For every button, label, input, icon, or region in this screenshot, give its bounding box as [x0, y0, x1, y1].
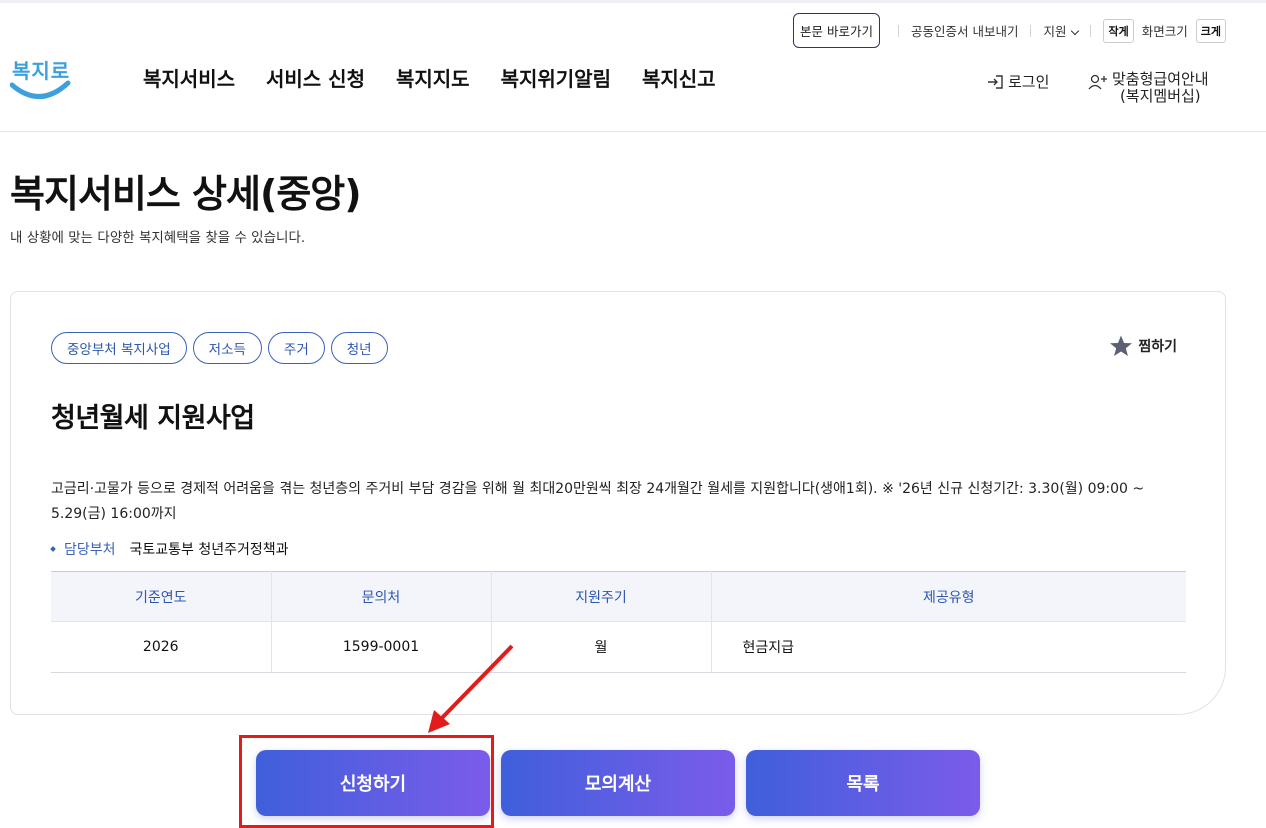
divider: [1030, 24, 1032, 37]
nav-welfare-report[interactable]: 복지신고: [642, 63, 716, 92]
favorite-button[interactable]: 찜하기: [1108, 334, 1177, 358]
tag-list: 중앙부처 복지사업 저소득 주거 청년: [51, 332, 394, 364]
table-cell-type: 현금지급: [711, 621, 1186, 673]
skip-to-content-button[interactable]: 본문 바로가기: [793, 13, 880, 48]
logo-smile-icon: [10, 80, 71, 99]
tag-housing[interactable]: 주거: [267, 332, 325, 364]
login-button[interactable]: 로그인: [986, 71, 1049, 92]
favorite-label: 찜하기: [1138, 339, 1177, 355]
page-title: 복지서비스 상세(중앙): [10, 172, 362, 216]
membership-line2: (복지멤버십): [1119, 87, 1201, 105]
nav-crisis-alert[interactable]: 복지위기알림: [501, 63, 611, 92]
membership-line1: 맞춤형급여안내: [1112, 70, 1209, 88]
column-header: 지원주기: [491, 571, 712, 622]
nav-welfare-services[interactable]: 복지서비스: [143, 63, 235, 92]
nav-service-apply[interactable]: 서비스 신청: [266, 63, 365, 92]
annotation-arrow-icon: [428, 644, 514, 733]
membership-link[interactable]: 맞춤형급여안내 (복지멤버십): [1088, 71, 1209, 105]
service-title: 청년월세 지원사업: [51, 403, 255, 434]
table-cell-cycle: 월: [491, 621, 712, 673]
service-detail-card: 중앙부처 복지사업 저소득 주거 청년 찜하기 청년월세 지원사업 고금리·고물…: [10, 291, 1226, 715]
table-header-row: 기준연도 문의처 지원주기 제공유형: [51, 571, 1186, 622]
star-icon: [1110, 335, 1133, 356]
service-description: 고금리·고물가 등으로 경제적 어려움을 겪는 청년층의 주거비 부담 경감을 …: [51, 481, 1145, 522]
divider: [897, 24, 899, 37]
tag-central-ministry[interactable]: 중앙부처 복지사업: [51, 332, 187, 364]
department-info: 담당부처 국토교통부 청년주거정책과: [50, 539, 289, 559]
divider: [1090, 24, 1092, 37]
list-button[interactable]: 목록: [746, 750, 980, 816]
simulate-button[interactable]: 모의계산: [501, 750, 735, 816]
utility-bar: 본문 바로가기 공동인증서 내보내기 지원 작게 화면크기 크게: [793, 13, 1226, 48]
site-logo[interactable]: 복지로: [10, 53, 72, 105]
user-add-icon: [1088, 74, 1107, 90]
department-value: 국토교통부 청년주거정책과: [129, 542, 289, 558]
membership-label: 맞춤형급여안내 (복지멤버십): [1112, 71, 1209, 105]
nav-welfare-map[interactable]: 복지지도: [396, 63, 470, 92]
font-large-button[interactable]: 크게: [1195, 18, 1226, 43]
site-header: 본문 바로가기 공동인증서 내보내기 지원 작게 화면크기 크게 복지로 복지서…: [0, 3, 1266, 132]
font-size-label: 화면크기: [1141, 24, 1188, 39]
column-header: 제공유형: [711, 571, 1186, 622]
column-header: 기준연도: [51, 571, 272, 622]
chevron-down-icon: [1071, 26, 1080, 36]
page-description: 내 상황에 맞는 다양한 복지혜택을 찾을 수 있습니다.: [10, 230, 306, 246]
font-small-button[interactable]: 작게: [1103, 18, 1134, 43]
support-label: 지원: [1043, 24, 1067, 39]
login-icon: [988, 74, 1003, 89]
column-header: 문의처: [271, 571, 492, 622]
tag-low-income[interactable]: 저소득: [192, 332, 262, 364]
login-label: 로그인: [1008, 73, 1050, 91]
tag-youth[interactable]: 청년: [330, 332, 388, 364]
table-row: 2026 1599-0001 월 현금지급: [51, 621, 1186, 673]
annotation-highlight-box: [239, 735, 494, 828]
service-info-table: 기준연도 문의처 지원주기 제공유형 2026 1599-0001 월 현금지급: [51, 571, 1186, 673]
department-label: 담당부처: [64, 542, 116, 558]
main-nav: 복지서비스 서비스 신청 복지지도 복지위기알림 복지신고: [143, 63, 747, 92]
bullet-icon: [50, 546, 56, 552]
table-cell-year: 2026: [51, 621, 272, 673]
support-menu[interactable]: 지원: [1043, 21, 1080, 40]
cert-export-link[interactable]: 공동인증서 내보내기: [911, 21, 1018, 40]
